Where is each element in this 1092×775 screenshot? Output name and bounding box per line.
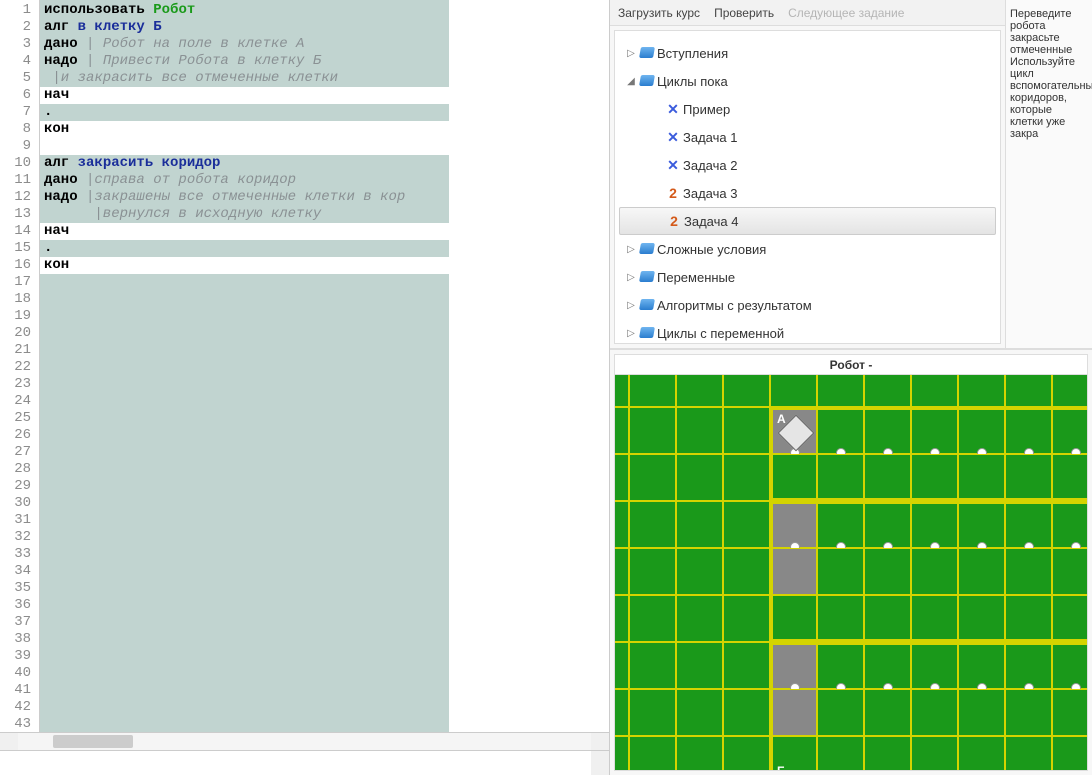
tree-label: Циклы с переменной — [657, 326, 784, 341]
tree-label: Алгоритмы с результатом — [657, 298, 812, 313]
tree-label: Пример — [683, 102, 730, 117]
tree-label: Задача 4 — [684, 214, 738, 229]
code-text-area[interactable]: использовать Робот алг в клетку Б дано |… — [40, 0, 609, 732]
next-task-link: Следующее задание — [788, 6, 904, 20]
tree-task1[interactable]: ✕Задача 1 — [619, 123, 996, 151]
check-link[interactable]: Проверить — [714, 6, 774, 20]
tree-complex[interactable]: ▷ Сложные условия — [619, 235, 996, 263]
tree-algres[interactable]: ▷ Алгоритмы с результатом — [619, 291, 996, 319]
tree-loops[interactable]: ◢ Циклы пока — [619, 67, 996, 95]
code-editor[interactable]: 1234567891011121314151617181920212223242… — [0, 0, 609, 732]
task-description: Переведите робота закрасьте отмеченные И… — [1006, 0, 1092, 348]
tree-label: Циклы пока — [657, 74, 728, 89]
robot-field[interactable]: АБ — [615, 375, 1087, 770]
tree-task3[interactable]: 2Задача 3 — [619, 179, 996, 207]
editor-hscroll[interactable] — [0, 732, 609, 750]
load-course-link[interactable]: Загрузить курс — [618, 6, 700, 20]
course-pane: Загрузить курс Проверить Следующее задан… — [610, 0, 1092, 775]
robot-panel: Робот - АБ — [614, 354, 1088, 771]
tree-task4[interactable]: 2Задача 4 — [619, 207, 996, 235]
course-toolbar: Загрузить курс Проверить Следующее задан… — [610, 0, 1005, 26]
status-bar — [0, 750, 609, 775]
tree-intro[interactable]: ▷ Вступления — [619, 39, 996, 67]
tree-label: Задача 1 — [683, 130, 737, 145]
editor-pane: 1234567891011121314151617181920212223242… — [0, 0, 610, 775]
line-gutter: 1234567891011121314151617181920212223242… — [0, 0, 40, 732]
tree-task2[interactable]: ✕Задача 2 — [619, 151, 996, 179]
robot-title: Робот - — [615, 355, 1087, 375]
tree-example[interactable]: ✕Пример — [619, 95, 996, 123]
tree-label: Сложные условия — [657, 242, 766, 257]
tree-vars[interactable]: ▷ Переменные — [619, 263, 996, 291]
tree-label: Переменные — [657, 270, 735, 285]
tree-label: Вступления — [657, 46, 728, 61]
course-tree[interactable]: ▷ Вступления ◢ Циклы пока ✕Пример ✕Задач… — [614, 30, 1001, 344]
tree-label: Задача 3 — [683, 186, 737, 201]
tree-label: Задача 2 — [683, 158, 737, 173]
tree-cycvar[interactable]: ▷ Циклы с переменной — [619, 319, 996, 344]
